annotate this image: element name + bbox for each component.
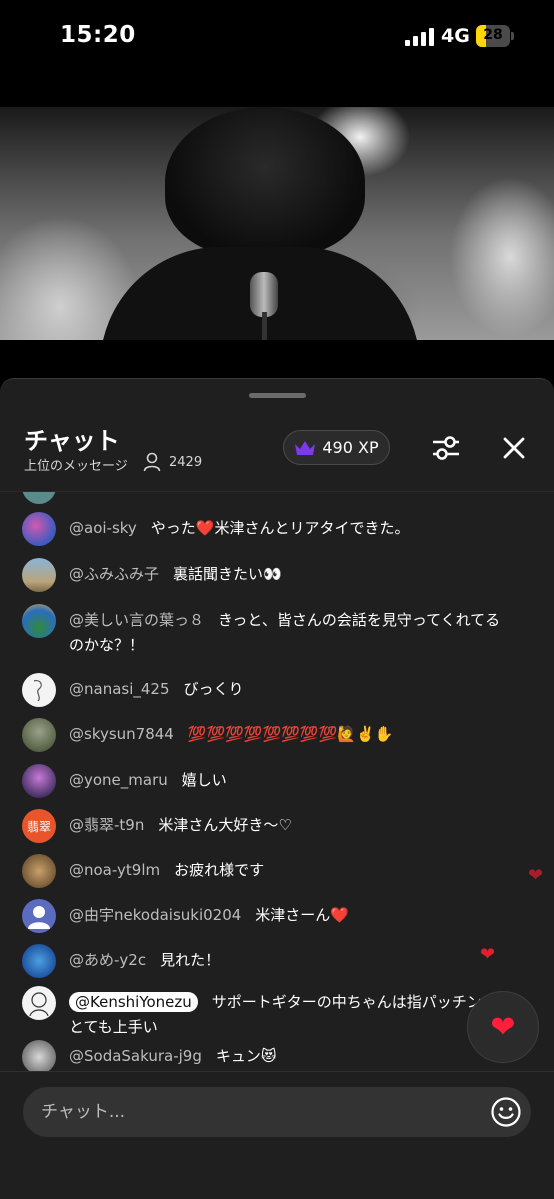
list-item: @skysun7844 💯💯💯💯💯💯💯💯🙋✌️✋ xyxy=(22,718,512,752)
avatar[interactable] xyxy=(22,492,56,504)
video-player[interactable] xyxy=(0,107,554,340)
status-bar: 15:20 4G 28 xyxy=(0,0,554,80)
list-item: @noa-yt9lm お疲れ様です xyxy=(22,854,512,888)
viewer-count: 2429 xyxy=(143,452,202,472)
message-text: 嬉しい xyxy=(181,771,227,789)
list-item: @nanasi_425 びっくり xyxy=(22,673,512,707)
message-text: 💯💯💯💯💯💯💯💯🙋✌️✋ xyxy=(187,725,394,743)
heart-icon: ❤ xyxy=(490,1009,516,1045)
avatar[interactable] xyxy=(22,764,56,798)
message-text: 裏話聞きたい👀 xyxy=(173,565,282,583)
message-author[interactable]: @SodaSakura-j9g xyxy=(69,1047,202,1065)
message-list[interactable]: @aoi-sky やった❤️米津さんとリアタイできた。 @ふみふみ子 裏話聞きたい👀… xyxy=(0,491,554,1071)
filter-button[interactable] xyxy=(428,431,464,465)
message-author[interactable]: @aoi-sky xyxy=(69,519,137,537)
floating-heart-icon: ❤ xyxy=(528,865,544,886)
crown-icon xyxy=(295,440,316,455)
chat-input[interactable] xyxy=(23,1102,489,1122)
avatar[interactable] xyxy=(22,673,56,707)
emoji-button[interactable] xyxy=(489,1095,523,1129)
avatar[interactable]: 翡翠 xyxy=(22,809,56,843)
message-author[interactable]: @由宇nekodaisuki0204 xyxy=(69,906,241,924)
avatar[interactable] xyxy=(22,986,56,1020)
avatar[interactable] xyxy=(22,718,56,752)
message-text: 見れた！ xyxy=(160,951,221,969)
drag-handle[interactable] xyxy=(249,393,306,398)
avatar[interactable] xyxy=(22,899,56,933)
message-author[interactable]: @翡翠-t9n xyxy=(69,816,144,834)
list-item: 翡翠 @翡翠-t9n 米津さん大好き〜♡ xyxy=(22,809,512,843)
list-item: @aoi-sky やった❤️米津さんとリアタイできた。 xyxy=(22,512,512,546)
battery-icon: 28 xyxy=(476,25,514,47)
message-author[interactable]: @nanasi_425 xyxy=(69,680,170,698)
message-text: キュン😻 xyxy=(215,1047,277,1065)
person-icon xyxy=(143,452,161,472)
status-time: 15:20 xyxy=(60,22,136,48)
list-item: @yone_maru 嬉しい xyxy=(22,764,512,798)
list-item xyxy=(22,492,512,504)
message-author-owner[interactable]: @KenshiYonezu xyxy=(69,992,198,1012)
message-author[interactable]: @あめ-y2c xyxy=(69,951,146,969)
avatar[interactable] xyxy=(22,604,56,638)
floating-heart-icon: ❤ xyxy=(480,944,496,965)
smile-icon xyxy=(491,1097,521,1127)
list-item: @あめ-y2c 見れた！ xyxy=(22,944,512,978)
message-text: びっくり xyxy=(183,680,244,698)
list-item: @美しい言の葉っ８ きっと、皆さんの会話を見守ってくれてるのかな？！ xyxy=(22,604,512,658)
list-item: @ふみふみ子 裏話聞きたい👀 xyxy=(22,558,512,592)
message-text: お疲れ様です xyxy=(174,861,265,879)
avatar[interactable] xyxy=(22,558,56,592)
avatar[interactable] xyxy=(22,854,56,888)
message-author[interactable]: @ふみふみ子 xyxy=(69,565,159,583)
viewer-count-value: 2429 xyxy=(169,454,203,470)
sliders-icon xyxy=(433,436,459,460)
avatar[interactable] xyxy=(22,1040,56,1071)
xp-label: 490 XP xyxy=(322,438,379,457)
performer-image xyxy=(165,107,365,257)
close-button[interactable] xyxy=(497,431,531,465)
list-item: @SodaSakura-j9g キュン😻 xyxy=(22,1040,512,1071)
message-text: 米津さーん❤️ xyxy=(255,906,349,924)
battery-level: 28 xyxy=(483,27,503,43)
chat-subtitle[interactable]: 上位のメッセージ xyxy=(24,455,128,474)
message-author[interactable]: @noa-yt9lm xyxy=(69,861,160,879)
message-text: 米津さん大好き〜♡ xyxy=(158,816,292,834)
xp-button[interactable]: 490 XP xyxy=(283,430,390,465)
message-author[interactable]: @yone_maru xyxy=(69,771,168,789)
microphone-image xyxy=(250,272,278,317)
list-item: @KenshiYonezu サポートギターの中ちゃんは指パッチンがとても上手い xyxy=(22,986,512,1040)
message-author[interactable]: @美しい言の葉っ８ xyxy=(69,611,204,629)
avatar[interactable] xyxy=(22,944,56,978)
list-item: @由宇nekodaisuki0204 米津さーん❤️ xyxy=(22,899,512,933)
signal-icon xyxy=(405,28,435,46)
chat-input-bar xyxy=(23,1087,531,1137)
close-icon xyxy=(503,437,525,459)
reaction-button[interactable]: ❤ xyxy=(467,991,539,1063)
chat-panel: チャット 上位のメッセージ 2429 490 XP @aoi-sky やった❤️米… xyxy=(0,378,554,1199)
chat-title: チャット xyxy=(24,427,120,455)
message-text: やった❤️米津さんとリアタイできた。 xyxy=(150,519,410,537)
avatar[interactable] xyxy=(22,512,56,546)
network-type: 4G xyxy=(441,25,470,47)
message-author[interactable]: @skysun7844 xyxy=(69,725,174,743)
